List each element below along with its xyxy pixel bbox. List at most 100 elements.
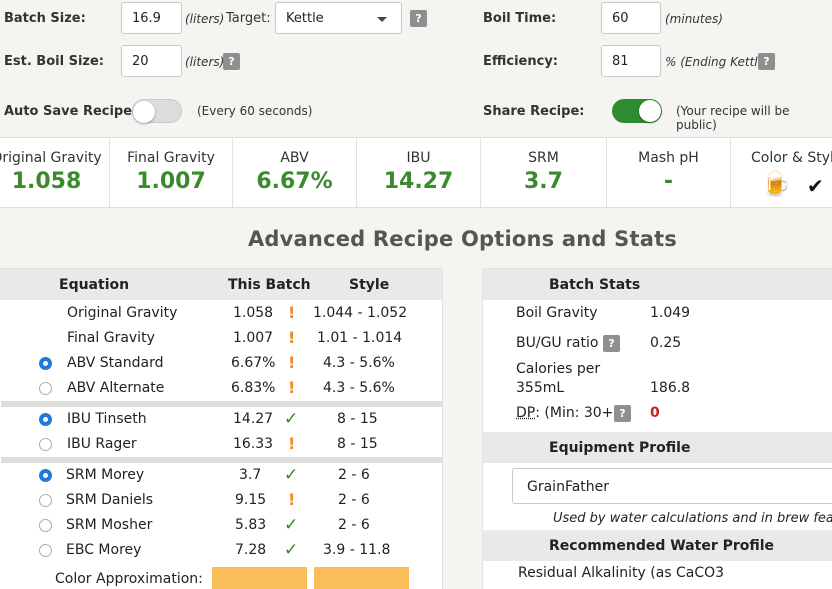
stat-final-gravity: Final Gravity 1.007 bbox=[110, 138, 233, 207]
stat-original-gravity: Original Gravity 1.058 bbox=[0, 138, 110, 207]
warning-icon: ! bbox=[288, 328, 296, 347]
ibu-tinseth-radio[interactable] bbox=[39, 413, 52, 426]
bugu-value: 0.25 bbox=[650, 335, 682, 351]
stat-value: 1.058 bbox=[11, 169, 82, 194]
row-label: IBU Tinseth bbox=[67, 411, 147, 427]
section-title: Advanced Recipe Options and Stats bbox=[247, 227, 678, 251]
stat-value: 1.007 bbox=[136, 169, 206, 194]
abv-standard-radio[interactable] bbox=[39, 357, 52, 370]
equipment-header: Equipment Profile bbox=[483, 432, 832, 463]
row-label: EBC Morey bbox=[66, 542, 142, 558]
stat-name: ABV bbox=[280, 150, 309, 166]
srm-daniels-radio[interactable] bbox=[39, 494, 52, 507]
stat-name: SRM bbox=[528, 150, 559, 166]
est-boil-unit: (liters) bbox=[185, 55, 225, 69]
toggle-knob bbox=[639, 100, 661, 122]
boil-time-input[interactable]: 60 bbox=[601, 2, 661, 34]
residual-alkalinity-label: Residual Alkalinity (as CaCO3 bbox=[518, 565, 725, 581]
stat-name: Original Gravity bbox=[0, 150, 102, 166]
boil-time-label: Boil Time: bbox=[483, 11, 557, 26]
dp-abbr: DP bbox=[516, 405, 536, 421]
row-label: ABV Alternate bbox=[67, 380, 165, 396]
row-label: SRM Morey bbox=[66, 467, 145, 483]
target-select[interactable]: Kettle bbox=[275, 2, 402, 34]
srm-morey-radio[interactable] bbox=[39, 469, 52, 482]
stat-value: 6.67% bbox=[256, 169, 333, 194]
warning-icon: ! bbox=[288, 353, 296, 372]
target-label: Target: bbox=[226, 11, 271, 26]
stat-color-style: Color & Style 🍺 ✔ bbox=[731, 138, 832, 207]
row-batch: 5.83 bbox=[235, 517, 267, 533]
warning-icon: ! bbox=[288, 303, 296, 322]
row-style: 4.3 - 5.6% bbox=[323, 355, 395, 371]
efficiency-help-icon[interactable]: ? bbox=[758, 53, 775, 70]
share-label: Share Recipe: bbox=[483, 104, 585, 119]
row-style: 1.01 - 1.014 bbox=[317, 330, 403, 346]
row-batch: 16.33 bbox=[233, 436, 274, 452]
row-batch: 1.058 bbox=[233, 305, 274, 321]
dp-value: 0 bbox=[650, 405, 660, 421]
stat-value: - bbox=[663, 169, 674, 194]
efficiency-label: Efficiency: bbox=[483, 54, 558, 69]
stat-srm: SRM 3.7 bbox=[481, 138, 607, 207]
stat-name: Mash pH bbox=[638, 150, 699, 166]
batch-stats-header: Batch Stats bbox=[483, 269, 832, 300]
ebc-morey-radio[interactable] bbox=[39, 544, 52, 557]
target-value: Kettle bbox=[286, 11, 324, 26]
target-help-icon[interactable]: ? bbox=[410, 10, 427, 27]
auto-save-toggle[interactable] bbox=[132, 99, 182, 123]
row-label: SRM Mosher bbox=[66, 517, 153, 533]
row-batch: 3.7 bbox=[239, 467, 262, 483]
dp-min: : (Min: 30+) bbox=[535, 405, 619, 421]
col-equation: Equation bbox=[59, 277, 130, 293]
color-approx-label: Color Approximation: bbox=[55, 571, 203, 587]
est-boil-help-icon[interactable]: ? bbox=[223, 53, 240, 70]
toggle-knob bbox=[133, 101, 155, 123]
row-label: Final Gravity bbox=[67, 330, 155, 346]
recipe-stats-bar: Original Gravity 1.058 Final Gravity 1.0… bbox=[0, 137, 832, 208]
auto-save-label: Auto Save Recipe: bbox=[4, 104, 138, 119]
row-style: 8 - 15 bbox=[337, 411, 378, 427]
row-divider bbox=[1, 401, 442, 407]
row-batch: 6.67% bbox=[231, 355, 276, 371]
stat-name: IBU bbox=[406, 150, 431, 166]
share-toggle[interactable] bbox=[612, 99, 662, 123]
row-style: 8 - 15 bbox=[337, 436, 378, 452]
row-style: 1.044 - 1.052 bbox=[313, 305, 408, 321]
equipment-profile-select[interactable]: GrainFather bbox=[512, 468, 832, 504]
check-icon: ✔ bbox=[807, 174, 824, 198]
row-label: IBU Rager bbox=[67, 436, 137, 452]
srm-mosher-radio[interactable] bbox=[39, 519, 52, 532]
dp-help-icon[interactable]: ? bbox=[614, 405, 631, 422]
efficiency-input[interactable]: 81 bbox=[601, 45, 661, 77]
boil-gravity-value: 1.049 bbox=[650, 305, 691, 321]
row-divider bbox=[1, 457, 442, 463]
equipment-title: Equipment Profile bbox=[549, 440, 691, 456]
est-boil-label: Est. Boil Size: bbox=[4, 54, 104, 69]
share-note: (Your recipe will be public) bbox=[676, 104, 790, 132]
row-batch: 9.15 bbox=[235, 492, 267, 508]
stat-ibu: IBU 14.27 bbox=[357, 138, 481, 207]
row-batch: 7.28 bbox=[235, 542, 267, 558]
est-boil-input[interactable]: 20 bbox=[121, 45, 182, 77]
batch-size-unit: (liters) bbox=[185, 12, 225, 26]
check-icon: ✓ bbox=[284, 540, 299, 560]
row-style: 4.3 - 5.6% bbox=[323, 380, 395, 396]
auto-save-note: (Every 60 seconds) bbox=[197, 104, 313, 118]
dp-label: DP: (Min: 30+) bbox=[516, 405, 619, 421]
row-batch: 6.83% bbox=[231, 380, 276, 396]
abv-alternate-radio[interactable] bbox=[39, 382, 52, 395]
row-label: SRM Daniels bbox=[66, 492, 154, 508]
col-style: Style bbox=[349, 277, 390, 293]
stat-value: 14.27 bbox=[383, 169, 454, 194]
row-label: Original Gravity bbox=[67, 305, 178, 321]
bugu-help-icon[interactable]: ? bbox=[603, 335, 620, 352]
row-label: ABV Standard bbox=[67, 355, 164, 371]
calories-label-line1: Calories per bbox=[516, 361, 601, 377]
efficiency-unit: % (Ending Kettle) bbox=[665, 55, 770, 69]
batch-size-input[interactable]: 16.9 bbox=[121, 2, 182, 34]
row-batch: 14.27 bbox=[233, 411, 274, 427]
ibu-rager-radio[interactable] bbox=[39, 438, 52, 451]
row-style: 3.9 - 11.8 bbox=[323, 542, 391, 558]
water-profile-title: Recommended Water Profile bbox=[549, 538, 775, 554]
